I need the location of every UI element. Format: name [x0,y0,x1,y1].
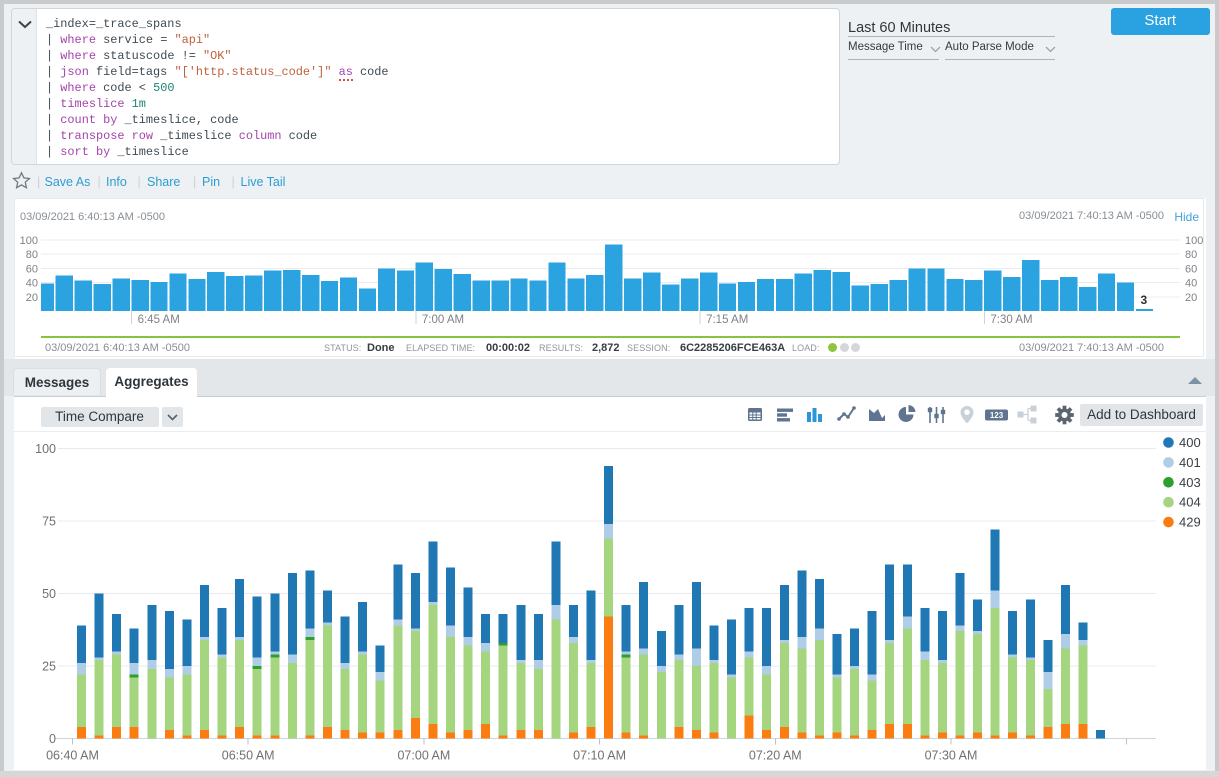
svg-text:123: 123 [990,411,1004,420]
svg-text:07:20 AM: 07:20 AM [749,749,802,763]
svg-text:401: 401 [1179,455,1201,470]
svg-text:100: 100 [35,442,56,456]
svg-text:50: 50 [42,587,56,601]
svg-text:06:40 AM: 06:40 AM [46,749,99,763]
svg-text:403: 403 [1179,475,1201,490]
svg-text:400: 400 [1179,435,1201,450]
svg-text:404: 404 [1179,495,1201,510]
svg-text:25: 25 [42,660,56,674]
svg-text:06:50 AM: 06:50 AM [222,749,275,763]
svg-text:07:30 AM: 07:30 AM [925,749,978,763]
svg-text:07:10 AM: 07:10 AM [573,749,626,763]
svg-text:429: 429 [1179,515,1201,530]
svg-text:75: 75 [42,515,56,529]
svg-text:0: 0 [49,732,56,746]
svg-text:07:00 AM: 07:00 AM [397,749,450,763]
